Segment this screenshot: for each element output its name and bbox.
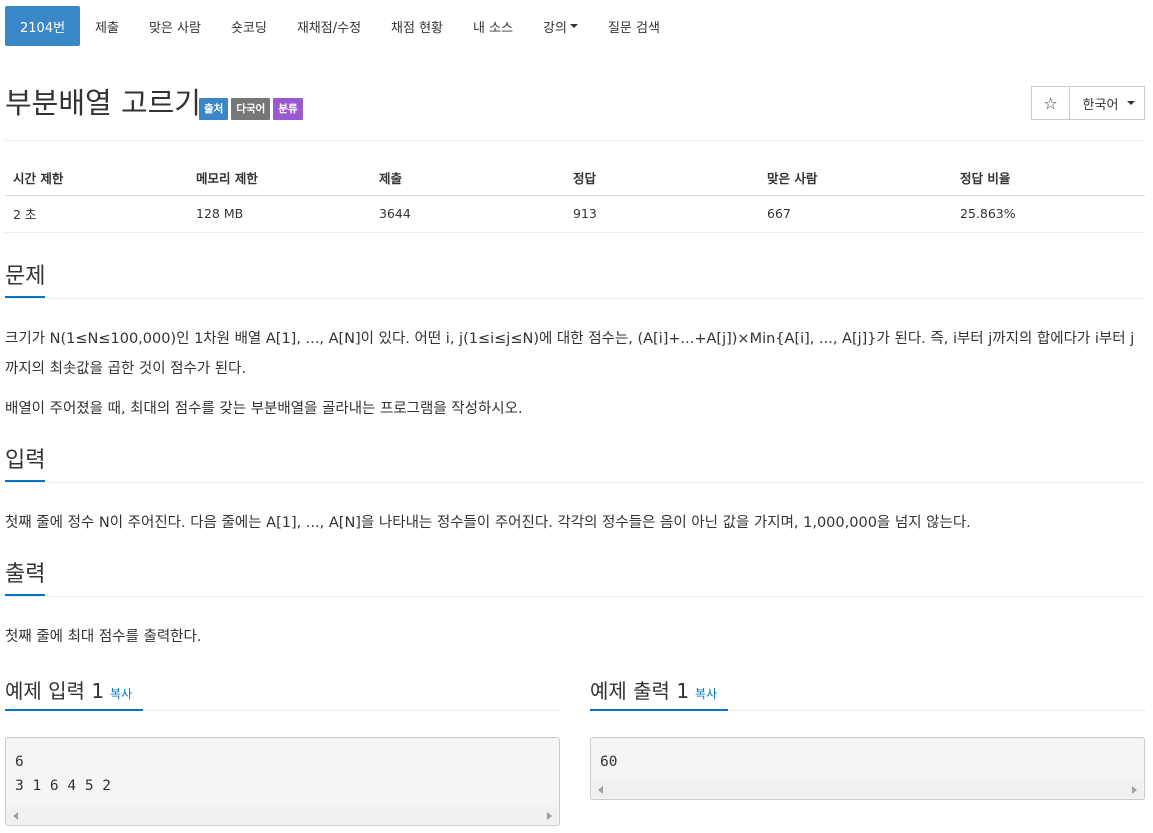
- nav-tab-questions[interactable]: 질문 검색: [593, 6, 675, 46]
- scroll-right-icon[interactable]: [547, 812, 552, 820]
- problem-nav: 2104번 제출 맞은 사람 숏코딩 재채점/수정 채점 현황 내 소스 강의 …: [5, 6, 675, 46]
- title-actions: ☆ 한국어: [1031, 86, 1145, 120]
- nav-tab-short-coding[interactable]: 숏코딩: [216, 6, 282, 46]
- sample-input-box[interactable]: 6 3 1 6 4 5 2: [5, 737, 560, 826]
- caret-down-icon: [569, 24, 578, 28]
- header-accepted: 정답: [565, 160, 759, 196]
- section-underline: [5, 480, 45, 482]
- output-section-title: 출력: [5, 562, 46, 587]
- scroll-right-icon[interactable]: [1132, 786, 1137, 794]
- copy-sample-output-button[interactable]: 복사: [695, 687, 717, 701]
- title-row: 부분배열 고르기 출처 다국어 분류 ☆ 한국어: [5, 84, 1145, 128]
- value-accepted: 913: [565, 195, 759, 233]
- nav-tab-status[interactable]: 채점 현황: [376, 6, 458, 46]
- value-memory-limit: 128 MB: [188, 195, 371, 233]
- page-title: 부분배열 고르기: [5, 86, 201, 120]
- section-divider: [5, 482, 1145, 483]
- header-solvers: 맞은 사람: [759, 160, 952, 196]
- section-underline: [5, 594, 45, 596]
- sample-input-content: 6 3 1 6 4 5 2: [15, 754, 112, 794]
- star-icon: ☆: [1043, 93, 1058, 113]
- sample-output-header: 예제 출력 1 복사: [590, 676, 1145, 712]
- copy-sample-input-button[interactable]: 복사: [110, 687, 132, 701]
- header-time-limit: 시간 제한: [5, 160, 188, 196]
- sample-input-title: 예제 입력 1 복사: [5, 676, 560, 709]
- star-button[interactable]: ☆: [1031, 86, 1070, 120]
- section-divider: [5, 596, 1145, 597]
- section-underline: [5, 709, 143, 711]
- sample-input-title-text: 예제 입력 1: [5, 679, 105, 703]
- sample-output-title-text: 예제 출력 1: [590, 679, 690, 703]
- nav-tab-submit[interactable]: 제출: [80, 6, 134, 46]
- value-ratio: 25.863%: [952, 195, 1145, 233]
- scroll-left-icon[interactable]: [13, 812, 18, 820]
- multilang-label[interactable]: 다국어: [231, 98, 271, 120]
- header-memory-limit: 메모리 제한: [188, 160, 371, 196]
- value-submissions: 3644: [371, 195, 565, 233]
- language-dropdown[interactable]: 한국어: [1069, 86, 1145, 120]
- category-label[interactable]: 분류: [273, 98, 303, 120]
- problem-section-header: 문제: [5, 262, 1145, 302]
- caret-down-icon: [1127, 101, 1136, 105]
- output-description: 첫째 줄에 최대 점수를 출력한다.: [5, 629, 202, 645]
- input-section-title: 입력: [5, 448, 46, 473]
- sample-input-header: 예제 입력 1 복사: [5, 676, 560, 712]
- sample-output-box[interactable]: 60: [590, 737, 1145, 800]
- horizontal-scrollbar[interactable]: [7, 807, 558, 824]
- value-solvers: 667: [759, 195, 952, 233]
- section-underline: [5, 296, 45, 298]
- language-label: 한국어: [1082, 97, 1119, 113]
- problem-description: 크기가 N(1≤N≤100,000)인 1차원 배열 A[1], ..., A[…: [5, 331, 1135, 377]
- nav-tab-my-source[interactable]: 내 소스: [458, 6, 528, 46]
- input-section-header: 입력: [5, 446, 1145, 486]
- output-section-header: 출력: [5, 560, 1145, 600]
- problem-section-title: 문제: [5, 264, 46, 289]
- section-divider: [5, 298, 1145, 299]
- horizontal-scrollbar[interactable]: [592, 781, 1143, 798]
- nav-tab-lecture[interactable]: 강의: [528, 6, 593, 46]
- header-submissions: 제출: [371, 160, 565, 196]
- problem-labels: 출처 다국어 분류: [199, 98, 303, 120]
- sample-output-content: 60: [600, 754, 618, 770]
- section-underline: [590, 709, 728, 711]
- source-label[interactable]: 출처: [199, 98, 229, 120]
- table-row: 2 초 128 MB 3644 913 667 25.863%: [5, 195, 1145, 233]
- nav-tab-solvers[interactable]: 맞은 사람: [134, 6, 216, 46]
- table-header-row: 시간 제한 메모리 제한 제출 정답 맞은 사람 정답 비율: [5, 160, 1145, 196]
- value-time-limit: 2 초: [5, 195, 188, 233]
- nav-tab-rejudge[interactable]: 재채점/수정: [282, 6, 376, 46]
- scroll-left-icon[interactable]: [598, 786, 603, 794]
- problem-description-2: 배열이 주어졌을 때, 최대의 점수를 갖는 부분배열을 골라내는 프로그램을 …: [5, 401, 523, 417]
- nav-tab-problem[interactable]: 2104번: [5, 6, 81, 46]
- problem-info-table: 시간 제한 메모리 제한 제출 정답 맞은 사람 정답 비율 2 초 128 M…: [5, 160, 1145, 233]
- nav-tab-lecture-label: 강의: [543, 20, 567, 36]
- input-description: 첫째 줄에 정수 N이 주어진다. 다음 줄에는 A[1], ..., A[N]…: [5, 515, 971, 531]
- header-ratio: 정답 비율: [952, 160, 1145, 196]
- sample-output-title: 예제 출력 1 복사: [590, 676, 1145, 709]
- title-divider: [5, 140, 1145, 141]
